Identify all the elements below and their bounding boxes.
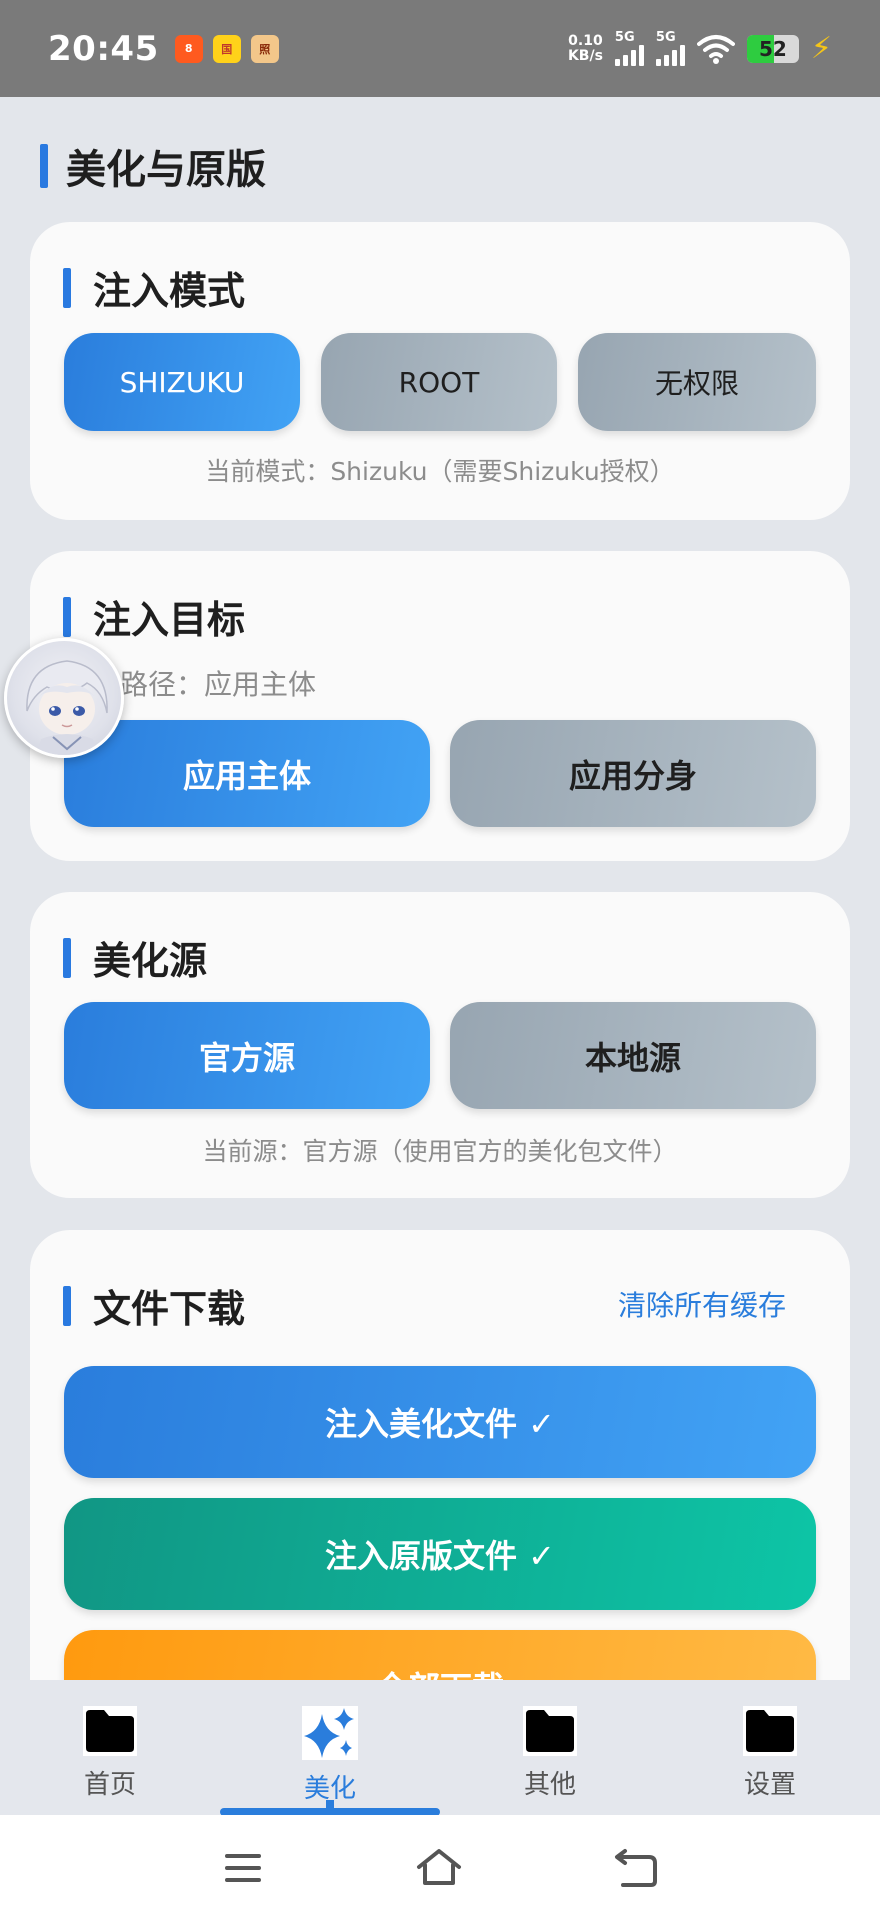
kuaishou-app-icon: 8 bbox=[174, 34, 203, 63]
target-main-app-button[interactable]: 应用主体 bbox=[64, 720, 430, 827]
game-app-icon: 照 bbox=[250, 34, 279, 63]
mode-root-button[interactable]: ROOT bbox=[321, 333, 557, 431]
signal-icon-2: 5G bbox=[655, 31, 685, 66]
folder-icon bbox=[523, 1706, 577, 1756]
status-time: 20:45 bbox=[48, 28, 159, 69]
signal-icon: 5G bbox=[614, 31, 644, 66]
system-nav-bar bbox=[0, 1815, 880, 1920]
inject-mode-title: 注入模式 bbox=[63, 260, 245, 315]
sparkle-icon bbox=[302, 1706, 358, 1760]
back-icon[interactable] bbox=[613, 1847, 659, 1889]
charging-icon: ⚡ bbox=[810, 31, 832, 66]
inject-target-title: 注入目标 bbox=[63, 589, 245, 644]
nav-item-home[interactable]: 首页 bbox=[0, 1680, 220, 1815]
wifi-icon bbox=[696, 34, 735, 64]
status-notification-icons: 8 国 照 bbox=[174, 34, 279, 63]
inject-beautify-button[interactable]: 注入美化文件 ✓ bbox=[64, 1366, 816, 1478]
target-path-hint: 路径：应用主体 bbox=[120, 668, 317, 701]
mode-hint: 当前模式：Shizuku（需要Shizuku授权） bbox=[205, 457, 675, 486]
folder-icon bbox=[83, 1706, 137, 1756]
beautify-source-card: 美化源 官方源 本地源 当前源：官方源（使用官方的美化包文件） bbox=[30, 892, 850, 1198]
home-icon[interactable] bbox=[415, 1847, 463, 1889]
nav-item-beautify[interactable]: 美化 bbox=[220, 1680, 440, 1815]
mode-no-permission-button[interactable]: 无权限 bbox=[578, 333, 816, 431]
title-accent-bar bbox=[40, 144, 48, 188]
folder-icon bbox=[743, 1706, 797, 1756]
nav-item-other[interactable]: 其他 bbox=[440, 1680, 660, 1815]
target-clone-app-button[interactable]: 应用分身 bbox=[450, 720, 816, 827]
bottom-nav: 首页 美化 其他 设置 bbox=[0, 1680, 880, 1815]
battery-icon: 52 bbox=[746, 34, 799, 63]
clear-cache-link[interactable]: 清除所有缓存 bbox=[618, 1284, 786, 1324]
menu-icon[interactable] bbox=[221, 1848, 265, 1888]
nav-item-settings[interactable]: 设置 bbox=[660, 1680, 880, 1815]
status-bar: 20:45 8 国 照 0.10 KB/s 5G 5G 52 ⚡ bbox=[0, 0, 880, 97]
source-hint: 当前源：官方源（使用官方的美化包文件） bbox=[202, 1137, 678, 1166]
source-official-button[interactable]: 官方源 bbox=[64, 1002, 430, 1109]
news-app-icon: 国 bbox=[212, 34, 241, 63]
network-speed: 0.10 KB/s bbox=[567, 32, 603, 64]
inject-mode-card: 注入模式 SHIZUKU ROOT 无权限 当前模式：Shizuku（需要Shi… bbox=[30, 222, 850, 520]
inject-original-button[interactable]: 注入原版文件 ✓ bbox=[64, 1498, 816, 1610]
mode-shizuku-button[interactable]: SHIZUKU bbox=[64, 333, 300, 431]
floating-avatar[interactable] bbox=[4, 638, 124, 758]
file-download-card: 文件下载 清除所有缓存 注入美化文件 ✓ 注入原版文件 ✓ 全部下载 bbox=[30, 1230, 850, 1730]
beautify-source-title: 美化源 bbox=[63, 930, 207, 985]
source-local-button[interactable]: 本地源 bbox=[450, 1002, 816, 1109]
page-title: 美化与原版 bbox=[40, 138, 266, 194]
inject-target-card: 注入目标 路径：应用主体 应用主体 应用分身 bbox=[30, 551, 850, 861]
file-download-title: 文件下载 bbox=[63, 1278, 245, 1333]
